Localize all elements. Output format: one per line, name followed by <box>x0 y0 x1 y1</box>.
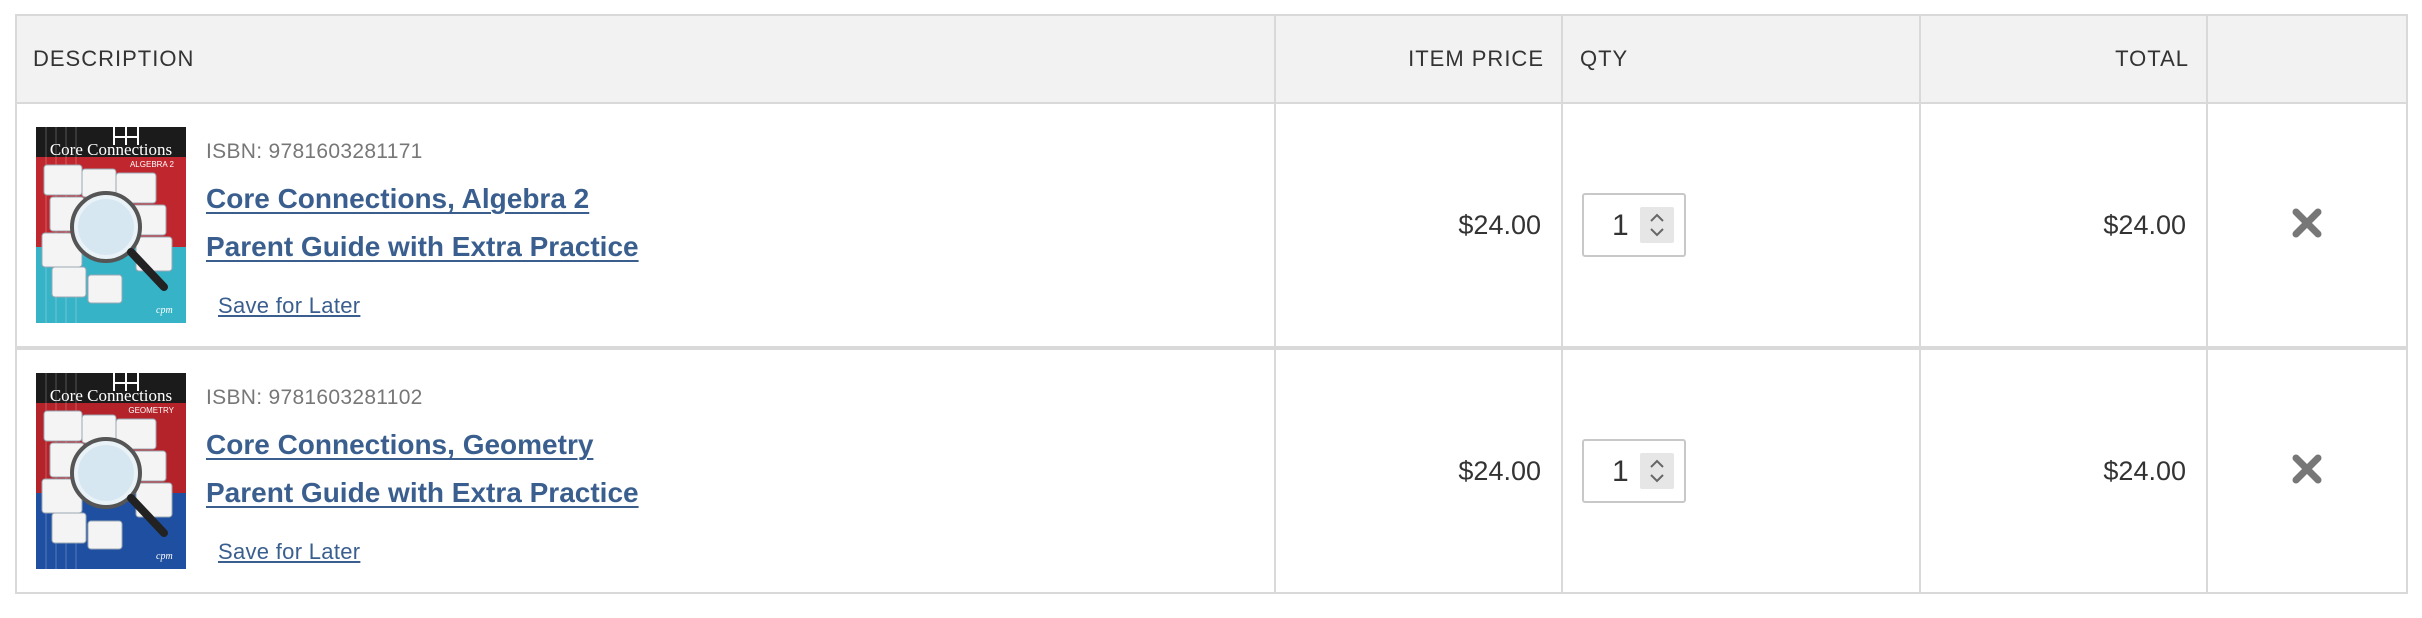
item-price-cell: $24.00 <box>1274 102 1563 349</box>
item-total-cell: $24.00 <box>1919 346 2208 594</box>
header-total: TOTAL <box>1919 14 2208 104</box>
book-cover-image[interactable]: Core Connections ALGEBRA 2 cpm <box>36 127 186 323</box>
cart-item-row: Core Connections ALGEBRA 2 cpm ISBN: 978… <box>15 102 2408 349</box>
item-price-cell: $24.00 <box>1274 346 1563 594</box>
item-total-cell: $24.00 <box>1919 102 2208 349</box>
qty-cell: 1 <box>1561 346 1921 594</box>
svg-text:cpm: cpm <box>156 305 173 316</box>
remove-cell <box>2206 102 2408 349</box>
description-cell: Core Connections GEOMETRY cpm ISBN: 9781… <box>15 346 1276 594</box>
quantity-value[interactable]: 1 <box>1612 209 1629 243</box>
cart-table: DESCRIPTION ITEM PRICE QTY TOTAL Core Co… <box>15 14 2408 594</box>
remove-cell <box>2206 346 2408 594</box>
spinner-arrows-icon[interactable] <box>1640 453 1674 489</box>
isbn-label: ISBN: 9781603281171 <box>206 140 423 163</box>
cart-table-header: DESCRIPTION ITEM PRICE QTY TOTAL <box>15 14 2408 104</box>
cover-title: Core Connections <box>50 140 172 159</box>
qty-cell: 1 <box>1561 102 1921 349</box>
svg-text:cpm: cpm <box>156 551 173 562</box>
cover-subtitle: GEOMETRY <box>128 406 174 415</box>
header-description: DESCRIPTION <box>15 14 1276 104</box>
header-remove <box>2206 14 2408 104</box>
close-icon[interactable] <box>2290 206 2324 240</box>
cart-table-body: Core Connections ALGEBRA 2 cpm ISBN: 978… <box>15 102 2408 594</box>
cover-title: Core Connections <box>50 386 172 405</box>
product-title-link-line2[interactable]: Parent Guide with Extra Practice <box>206 469 639 517</box>
cart-item-row: Core Connections GEOMETRY cpm ISBN: 9781… <box>15 346 2408 594</box>
cover-subtitle: ALGEBRA 2 <box>130 160 175 169</box>
item-info: ISBN: 9781603281171 Core Connections, Al… <box>206 127 639 319</box>
description-cell: Core Connections ALGEBRA 2 cpm ISBN: 978… <box>15 102 1276 349</box>
spinner-arrows-icon[interactable] <box>1640 207 1674 243</box>
save-for-later-link[interactable]: Save for Later <box>218 293 360 319</box>
quantity-stepper[interactable]: 1 <box>1582 439 1686 503</box>
close-icon[interactable] <box>2290 452 2324 486</box>
header-row: DESCRIPTION ITEM PRICE QTY TOTAL <box>15 14 2408 104</box>
item-description: Core Connections ALGEBRA 2 cpm ISBN: 978… <box>17 127 1274 323</box>
isbn-label: ISBN: 9781603281102 <box>206 386 423 409</box>
save-for-later-link[interactable]: Save for Later <box>218 539 360 565</box>
book-cover-image[interactable]: Core Connections GEOMETRY cpm <box>36 373 186 569</box>
quantity-value[interactable]: 1 <box>1612 455 1629 489</box>
header-qty: QTY <box>1561 14 1921 104</box>
product-title-link-line2[interactable]: Parent Guide with Extra Practice <box>206 223 639 271</box>
header-item-price: ITEM PRICE <box>1274 14 1563 104</box>
item-description: Core Connections GEOMETRY cpm ISBN: 9781… <box>17 373 1274 569</box>
product-title-link[interactable]: Core Connections, Algebra 2 <box>206 175 639 223</box>
item-info: ISBN: 9781603281102 Core Connections, Ge… <box>206 373 639 565</box>
product-title-link[interactable]: Core Connections, Geometry <box>206 421 639 469</box>
quantity-stepper[interactable]: 1 <box>1582 193 1686 257</box>
